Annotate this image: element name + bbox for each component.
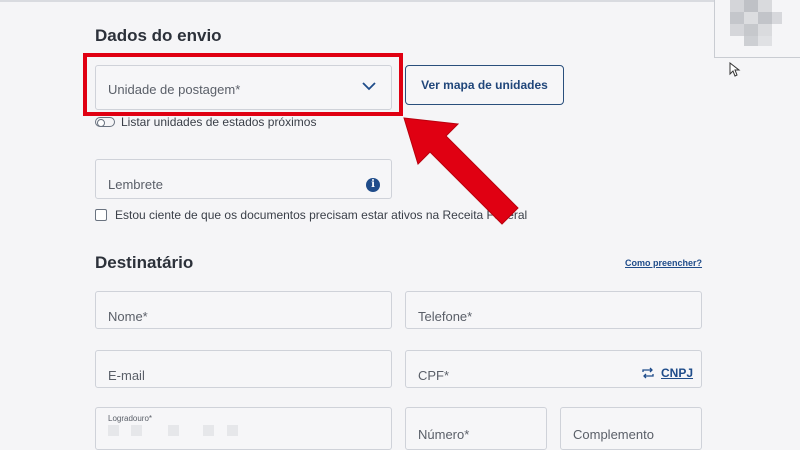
reminder-field[interactable]: Lembrete xyxy=(95,159,392,199)
email-placeholder: E-mail xyxy=(108,368,145,383)
info-icon[interactable]: i xyxy=(366,178,380,192)
toggle-knob xyxy=(97,119,105,127)
street-field[interactable]: Logradouro* xyxy=(95,407,392,450)
complement-field[interactable]: Complemento xyxy=(560,407,702,450)
complement-placeholder: Complemento xyxy=(573,427,654,442)
highlight-box xyxy=(83,53,403,116)
nearby-states-toggle-label: Listar unidades de estados próximos xyxy=(121,115,317,129)
documents-checkbox[interactable] xyxy=(95,209,107,221)
cpf-placeholder: CPF* xyxy=(418,368,450,383)
cnpj-label: CNPJ xyxy=(661,366,694,380)
preview-frame-edge xyxy=(714,0,715,58)
mouse-cursor-icon xyxy=(729,62,741,77)
recipient-section-title: Destinatário xyxy=(95,253,194,272)
number-field[interactable]: Número* xyxy=(405,407,547,450)
cnpj-switch[interactable]: CNPJ xyxy=(641,366,693,380)
email-field[interactable]: E-mail xyxy=(95,350,392,388)
nearby-states-toggle[interactable] xyxy=(95,117,115,127)
phone-placeholder: Telefone* xyxy=(418,309,473,324)
view-units-map-button[interactable]: Ver mapa de unidades xyxy=(405,65,564,105)
preview-frame-edge-bottom xyxy=(714,57,800,58)
top-divider xyxy=(0,0,714,2)
pixelated-thumbnail xyxy=(728,0,788,48)
name-placeholder: Nome* xyxy=(108,309,148,324)
shipping-section-title: Dados do envio xyxy=(95,26,222,45)
phone-field[interactable]: Telefone* xyxy=(405,291,702,329)
number-placeholder: Número* xyxy=(418,427,470,442)
street-label: Logradouro* xyxy=(108,414,153,423)
swap-arrows-icon xyxy=(642,367,654,379)
name-field[interactable]: Nome* xyxy=(95,291,392,329)
how-to-fill-link[interactable]: Como preencher? xyxy=(625,258,702,268)
red-arrow-annotation xyxy=(403,117,519,225)
reminder-placeholder: Lembrete xyxy=(108,177,163,192)
